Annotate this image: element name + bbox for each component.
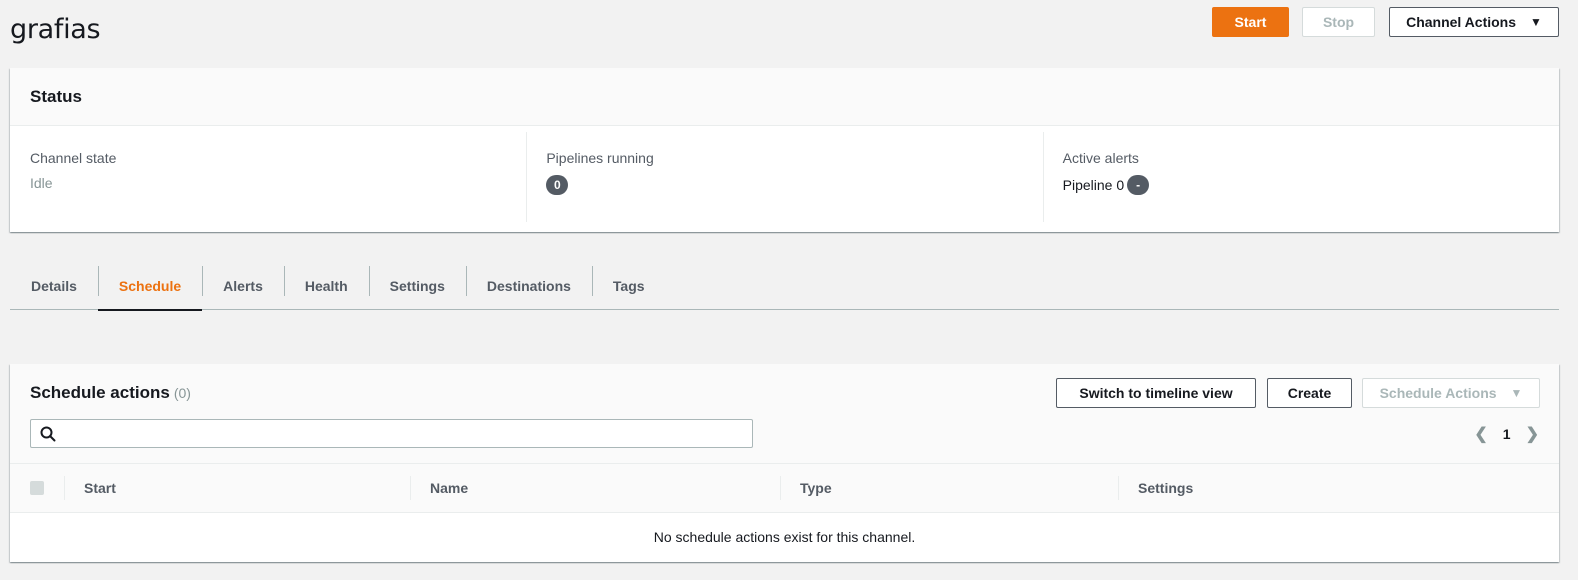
table-header: Start Name Type Settings [10,464,1559,513]
select-all-column [10,476,64,500]
schedule-actions-button[interactable]: Schedule Actions ▼ [1362,378,1540,408]
channel-state-label: Channel state [30,150,117,166]
column-type[interactable]: Type [780,476,1118,500]
pipelines-running-column: Pipelines running 0 [526,130,1042,226]
channel-state-column: Channel state Idle [10,130,526,226]
chevron-left-icon[interactable]: ❮ [1474,424,1487,444]
column-name[interactable]: Name [410,476,780,500]
active-alerts-label: Active alerts [1062,150,1139,166]
empty-table-message: No schedule actions exist for this chann… [653,529,916,545]
pipelines-count-badge: 0 [546,175,569,195]
search-input[interactable] [63,422,743,445]
stop-button-label: Stop [1322,14,1355,30]
schedule-actions-title: Schedule actions (0) [30,383,191,403]
current-page[interactable]: 1 [1503,426,1511,442]
tab-schedule[interactable]: Schedule [97,262,203,311]
channel-state-value: Idle [30,175,53,191]
create-button[interactable]: Create [1267,378,1352,408]
pipelines-running-label: Pipelines running [546,150,654,166]
pipelines-running-value: 0 [546,175,1022,195]
stop-button[interactable]: Stop [1302,7,1375,37]
start-button[interactable]: Start [1212,7,1289,37]
active-alerts-pipeline: Pipeline 0 [1062,177,1125,193]
schedule-actions-panel: Schedule actions (0) Switch to timeline v… [10,364,1559,562]
column-settings[interactable]: Settings [1118,476,1559,500]
schedule-actions-header: Schedule actions (0) Switch to timeline v… [10,364,1559,464]
switch-timeline-view-label: Switch to timeline view [1079,385,1233,401]
status-body: Channel state Idle Pipelines running 0 A… [10,126,1559,226]
pagination: ❮ 1 ❯ [1474,424,1539,444]
start-button-label: Start [1234,14,1267,30]
schedule-actions-title-text: Schedule actions [30,383,170,402]
tab-destinations[interactable]: Destinations [465,262,592,310]
column-start[interactable]: Start [64,476,410,500]
tab-tags[interactable]: Tags [591,262,666,310]
select-all-checkbox[interactable] [30,481,44,495]
tab-settings[interactable]: Settings [368,262,466,310]
active-alerts-badge: - [1127,175,1150,195]
caret-down-icon: ▼ [1530,15,1542,29]
status-title: Status [30,87,82,106]
tab-health[interactable]: Health [283,262,369,310]
channel-tabs: Details Schedule Alerts Health Settings … [10,262,1559,311]
schedule-actions-button-label: Schedule Actions [1379,385,1497,401]
active-alerts-value: Pipeline 0 - [1063,175,1539,195]
tab-details[interactable]: Details [10,262,98,310]
caret-down-icon: ▼ [1510,386,1523,400]
create-button-label: Create [1287,385,1332,401]
channel-actions-label: Channel Actions [1406,14,1517,30]
page-title: grafias [10,14,101,45]
schedule-actions-count: (0) [173,385,191,401]
search-box [30,419,753,448]
tab-alerts[interactable]: Alerts [202,262,284,310]
chevron-right-icon[interactable]: ❯ [1526,424,1539,444]
search-icon [40,426,56,442]
active-alerts-column: Active alerts Pipeline 0 - [1042,130,1559,226]
channel-actions-button[interactable]: Channel Actions ▼ [1389,7,1559,37]
switch-timeline-view-button[interactable]: Switch to timeline view [1056,378,1256,408]
status-header: Status [10,68,1559,126]
status-panel: Status Channel state Idle Pipelines runn… [10,68,1559,232]
